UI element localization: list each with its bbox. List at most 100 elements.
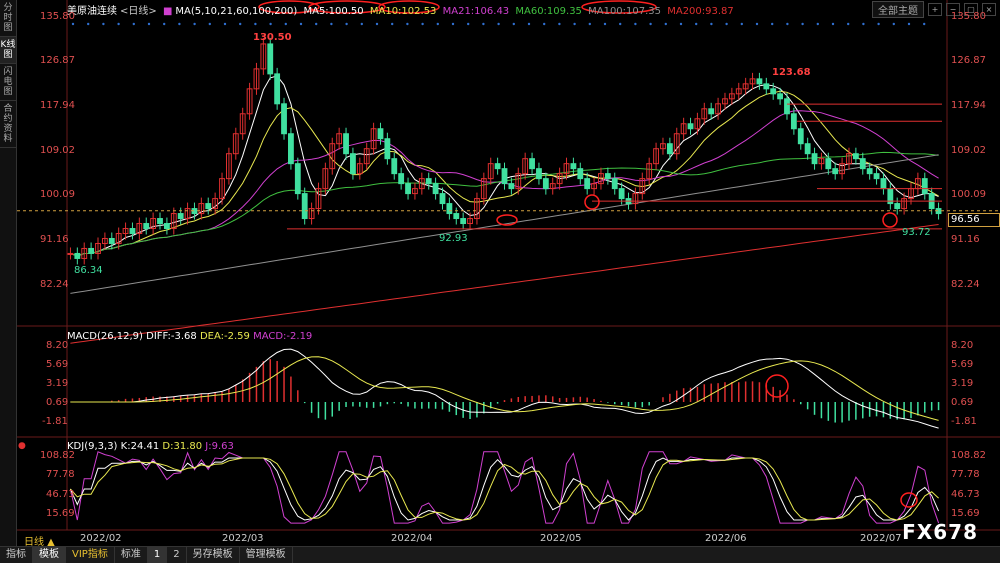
price-label-left: 109.02 [40, 145, 75, 156]
manage-templates-button[interactable]: 管理模板 [240, 547, 293, 563]
marker-dot [330, 22, 333, 26]
candle-down [770, 88, 777, 95]
marker-dot [512, 22, 515, 26]
macd-label-left: 8.20 [46, 340, 69, 351]
ma-params: MA(5,10,21,60,100,200) [175, 6, 298, 17]
candle-down [405, 183, 411, 195]
candle-up [67, 252, 74, 255]
ma10-value: MA10:102.53 [369, 6, 437, 17]
price-label-left: 91.16 [40, 234, 69, 245]
theme-select-button[interactable]: 全部主题 [872, 1, 924, 18]
marker-dot [132, 22, 135, 26]
candle-down [163, 223, 170, 230]
marker-dot [755, 22, 759, 26]
marker-dot [603, 22, 607, 26]
marker-dot [87, 22, 90, 26]
price-label-left: 100.09 [40, 189, 75, 200]
marker-dot [193, 22, 196, 26]
price-label-right: 126.87 [951, 55, 986, 66]
price-label-right: 91.16 [951, 234, 980, 245]
candle-down [384, 138, 391, 160]
tab-indicators[interactable]: 指标 [0, 547, 33, 563]
ma200-line [70, 224, 939, 344]
tab-contract-info[interactable]: 合约资料 [0, 101, 16, 148]
ma-settings-icon[interactable]: ■ [163, 6, 172, 17]
candle-down [570, 163, 577, 170]
candle-down [446, 203, 453, 215]
marker-dot [406, 22, 409, 26]
marker-dot [816, 22, 819, 26]
marker-dot [208, 22, 211, 26]
tab-templates[interactable]: 模板 [33, 547, 66, 563]
kdj-label-right: 15.69 [951, 508, 980, 519]
marker-dot [588, 22, 591, 26]
marker-dot [239, 22, 242, 26]
period-label: <日线> [120, 6, 157, 17]
candle-down [529, 158, 535, 170]
candle-down [294, 163, 301, 195]
marker-dot [147, 22, 151, 26]
marker-dot [634, 22, 637, 26]
price-label-right: 135.80 [951, 11, 986, 22]
marker-dot [679, 22, 683, 26]
tab-timeshare[interactable]: 分时图 [0, 0, 16, 37]
ma-header: 美原油连续 <日线> ■ MA(5,10,21,60,100,200) MA5:10… [67, 2, 737, 17]
price-label-right: 82.24 [951, 279, 980, 290]
tab-standard[interactable]: 标准 [115, 547, 148, 563]
candle-down [536, 168, 542, 180]
candle-down [797, 128, 804, 145]
date-label: 2022/02 [80, 533, 122, 544]
kdj-label-left: 77.78 [46, 469, 75, 480]
save-template-button[interactable]: 另存模板 [187, 547, 240, 563]
marker-dot [163, 22, 166, 26]
marker-dot [649, 22, 652, 26]
candle-down [129, 228, 136, 235]
marker-dot [831, 22, 835, 26]
candle-down [391, 158, 398, 175]
marker-dot [801, 22, 804, 26]
candle-down [501, 168, 508, 185]
candle-down [832, 168, 839, 175]
price-label-left: 82.24 [40, 279, 69, 290]
candle-down [205, 203, 212, 210]
tab-page-2[interactable]: 2 [167, 547, 187, 563]
marker-dot [923, 22, 926, 26]
zoom-in-icon[interactable]: + [928, 3, 942, 16]
marker-dot [558, 22, 561, 26]
candle-down [288, 133, 294, 165]
marker-dot [117, 22, 120, 26]
tab-flash[interactable]: 闪电图 [0, 64, 16, 101]
macd-label-left: 5.69 [46, 359, 69, 370]
candle-down [460, 218, 467, 225]
bottom-toolbar: 指标 模板 VIP指标 标准 1 2 另存模板 管理模板 [0, 546, 1000, 563]
marker-dot [847, 22, 850, 26]
tab-kline[interactable]: K线图 [0, 37, 16, 64]
candle-down [777, 93, 784, 100]
watermark-logo: FX678 [902, 520, 978, 544]
marker-dot [391, 22, 394, 26]
tab-page-1[interactable]: 1 [147, 547, 168, 563]
price-label-left: 135.80 [40, 11, 75, 22]
chart-canvas[interactable] [17, 0, 1000, 546]
candle-down [811, 153, 818, 165]
candle-down [425, 178, 432, 185]
marker-dot [786, 22, 789, 26]
marker-dot [421, 22, 424, 26]
candle-down [108, 237, 115, 244]
macd-label-right: 0.69 [951, 397, 974, 408]
kdj-settings-icon[interactable]: ● [18, 441, 26, 451]
price-label-left: 126.87 [40, 55, 75, 66]
kdj-d: D:31.80 [162, 441, 203, 452]
marker-dot [771, 22, 774, 26]
kdj-label-right: 108.82 [951, 450, 986, 461]
candle-down [880, 178, 887, 190]
kdj-label-right: 77.78 [951, 469, 980, 480]
macd-label-left: 3.19 [46, 378, 69, 389]
ma100-value: MA100:107.35 [588, 6, 662, 17]
macd-header: MACD(26,12,9) DIFF:-3.68 DEA:-2.59 MACD:… [67, 331, 312, 342]
candle-down [74, 252, 81, 259]
macd-label-right: 8.20 [951, 340, 974, 351]
tab-vip-indicators[interactable]: VIP指标 [66, 547, 115, 563]
candle-down [88, 247, 95, 254]
candle-down [790, 113, 797, 130]
